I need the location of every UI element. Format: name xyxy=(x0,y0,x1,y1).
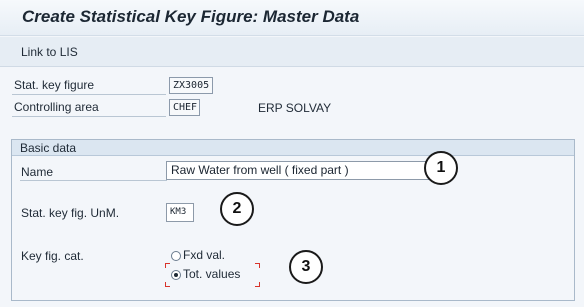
total-values-label: Tot. values xyxy=(183,267,241,281)
controlling-area-field[interactable]: CHEF xyxy=(169,99,200,116)
link-to-lis-button[interactable]: Link to LIS xyxy=(21,45,78,59)
label-underline xyxy=(12,116,166,117)
label-underline xyxy=(12,94,166,95)
application-toolbar: Link to LIS xyxy=(0,37,584,67)
callout-marker-3: 3 xyxy=(289,250,323,284)
name-input[interactable]: Raw Water from well ( fixed part ) xyxy=(166,161,442,180)
callout-marker-2: 2 xyxy=(220,192,254,226)
focus-corner xyxy=(165,263,170,268)
title-bar: Create Statistical Key Figure: Master Da… xyxy=(0,0,584,36)
basic-data-title: Basic data xyxy=(20,141,77,155)
unit-of-measure-label: Stat. key fig. UnM. xyxy=(21,206,120,220)
label-underline xyxy=(20,180,167,181)
controlling-area-label: Controlling area xyxy=(14,100,99,114)
stat-key-figure-field[interactable]: ZX3005 xyxy=(169,77,213,94)
focus-corner xyxy=(255,282,260,287)
controlling-area-description: ERP SOLVAY xyxy=(258,101,332,115)
page-title: Create Statistical Key Figure: Master Da… xyxy=(22,7,360,26)
fixed-value-label: Fxd val. xyxy=(183,248,226,262)
unit-of-measure-input[interactable]: KM3 xyxy=(166,203,194,222)
fixed-value-radio[interactable] xyxy=(171,251,181,261)
name-label: Name xyxy=(21,165,54,179)
focus-corner xyxy=(165,282,170,287)
basic-data-header: Basic data xyxy=(12,140,574,156)
stat-key-figure-label: Stat. key figure xyxy=(14,78,95,92)
key-figure-category-label: Key fig. cat. xyxy=(21,249,84,263)
focus-corner xyxy=(255,263,260,268)
header-fields: Stat. key figure ZX3005 Controlling area… xyxy=(0,73,584,129)
callout-marker-1: 1 xyxy=(424,151,458,185)
total-values-radio[interactable] xyxy=(171,270,181,280)
